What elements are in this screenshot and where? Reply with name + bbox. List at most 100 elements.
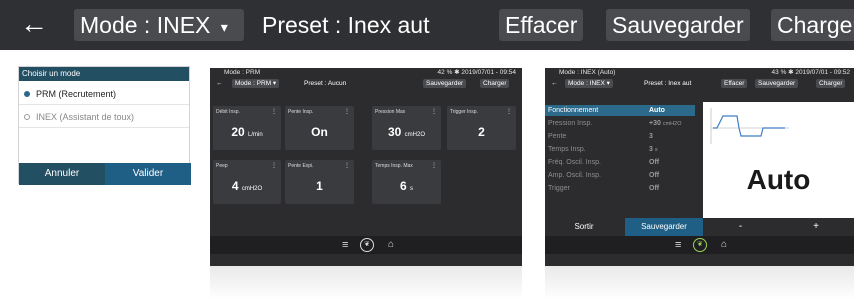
nav-bar: ← Mode : INEX ▾ Preset : Inex aut Efface… — [545, 78, 854, 89]
sauvegarder-button[interactable]: Sauvegarder — [423, 79, 467, 88]
valider-button[interactable]: Valider — [105, 163, 191, 185]
param-value: Auto — [649, 107, 665, 114]
action-bar: Sortir Sauvegarder - + — [545, 218, 854, 236]
device-screen-prm: Mode : PRM 42 % ✱ 2019/07/01 - 09:54 ← M… — [210, 68, 522, 266]
effacer-button[interactable]: Effacer — [721, 79, 748, 88]
status-bar: Mode : INEX (Auto) 43 % ✱ 2019/07/01 - 0… — [545, 68, 854, 78]
mode-dialog: Choisir un mode PRM (Recrutement) INEX (… — [18, 66, 191, 185]
radio-empty-icon — [24, 114, 30, 120]
back-arrow-icon[interactable]: ← — [551, 78, 558, 89]
param-label: Pression Insp. — [548, 120, 593, 127]
param-row[interactable]: Amp. Oscil. Insp. Off — [545, 170, 695, 181]
param-row[interactable]: Fréq. Oscil. Insp. Off — [545, 157, 695, 168]
save-button[interactable]: Sauvegarder — [625, 218, 703, 236]
preset-label: Preset : Aucun — [304, 80, 347, 87]
param-value: +30 cmH2O — [649, 120, 682, 127]
param-value: Off — [649, 159, 660, 166]
charger-button[interactable]: Charger — [771, 9, 854, 41]
param-card[interactable]: Pente Insp. ⋮ On — [285, 106, 354, 150]
screen-reflection — [210, 266, 522, 300]
lungs-icon[interactable]: ❦ — [693, 238, 707, 252]
mode-selector[interactable]: Mode : INEX ▾ — [74, 9, 244, 41]
card-title: Pente Insp. — [288, 109, 314, 115]
radio-selected-icon — [24, 91, 30, 97]
param-card[interactable]: Peep ⋮ 4 cmH2O — [213, 160, 281, 204]
waveform-chart — [710, 108, 789, 144]
param-label: Pente — [548, 133, 567, 140]
battery-icon: 43 % ✱ 2019/07/01 - 09:52 — [772, 68, 850, 78]
param-card[interactable]: Pression Max ⋮ 30 cmH2O — [372, 106, 441, 150]
more-icon: ⋮ — [431, 163, 437, 169]
annuler-button[interactable]: Annuler — [19, 163, 105, 185]
card-value: 2 — [478, 125, 485, 139]
back-arrow-icon[interactable]: ← — [20, 8, 48, 40]
mode-chip-label: Mode : PRM — [235, 80, 272, 87]
param-card[interactable]: Pente Expi. ⋮ 1 — [285, 160, 354, 204]
param-label: Amp. Oscil. Insp. — [548, 172, 601, 179]
card-title: Peep — [216, 163, 228, 169]
param-card[interactable]: Temps Insp. Max ⋮ 6 s — [372, 160, 441, 204]
effacer-button[interactable]: Effacer — [499, 9, 584, 41]
param-value: Off — [649, 172, 660, 179]
card-title: Pente Expi. — [288, 163, 314, 169]
param-row-selected[interactable]: Fonctionnement Auto — [545, 105, 695, 116]
param-label: Temps Insp. — [548, 146, 586, 153]
card-title: Trigger Insp. — [450, 109, 478, 115]
param-row[interactable]: Pression Insp. +30 cmH2O — [545, 118, 695, 129]
param-label: Fonctionnement — [548, 107, 599, 114]
menu-icon[interactable]: ≡ — [342, 236, 348, 254]
param-card[interactable]: Trigger Insp. ⋮ 2 — [447, 106, 516, 150]
charger-button[interactable]: Charger — [480, 79, 510, 88]
card-title: Pression Max — [375, 109, 406, 115]
sauvegarder-button[interactable]: Sauvegarder — [606, 9, 750, 41]
mode-option-inex[interactable]: INEX (Assistant de toux) — [19, 106, 189, 128]
more-icon: ⋮ — [344, 163, 350, 169]
sauvegarder-button[interactable]: Sauvegarder — [755, 79, 799, 88]
param-row[interactable]: Trigger Off — [545, 183, 695, 194]
mode-label: Mode : INEX — [80, 12, 211, 38]
card-value: 30 cmH2O — [387, 125, 426, 139]
card-value: 6 s — [399, 179, 414, 193]
card-title: Débit Insp. — [216, 109, 240, 115]
card-value: On — [311, 125, 328, 139]
param-value: Off — [649, 185, 660, 192]
more-icon: ⋮ — [271, 109, 277, 115]
param-card[interactable]: Débit Insp. ⋮ 20 L/min — [213, 106, 281, 150]
card-value: 4 cmH2O — [231, 179, 263, 193]
big-value: Auto — [746, 164, 811, 195]
lungs-icon[interactable]: ❦ — [360, 238, 374, 252]
option-label: INEX (Assistant de toux) — [36, 112, 135, 122]
mode-option-prm[interactable]: PRM (Recrutement) — [19, 83, 189, 105]
param-row[interactable]: Pente 3 — [545, 131, 695, 142]
charger-button[interactable]: Charger — [816, 79, 846, 88]
mode-chip-label: Mode : INEX — [568, 80, 605, 87]
card-value: 20 L/min — [231, 125, 263, 139]
menu-icon[interactable]: ≡ — [675, 236, 681, 254]
param-label: Trigger — [548, 185, 570, 192]
card-title: Temps Insp. Max — [375, 163, 413, 169]
preset-label: Preset : Inex aut — [644, 80, 692, 87]
decrement-button[interactable]: - — [703, 218, 778, 236]
param-value: 3 s — [649, 146, 658, 153]
bottom-nav: ≡ ❦ ⌂ — [545, 236, 854, 254]
more-icon: ⋮ — [344, 109, 350, 115]
param-row[interactable]: Temps Insp. 3 s — [545, 144, 695, 155]
sortir-button[interactable]: Sortir — [545, 218, 623, 236]
mode-status-text: Mode : INEX (Auto) — [559, 69, 616, 76]
home-icon[interactable]: ⌂ — [388, 236, 394, 254]
dialog-title: Choisir un mode — [19, 67, 189, 81]
top-toolbar: ← Mode : INEX ▾ Preset : Inex aut Efface… — [0, 0, 854, 50]
home-icon[interactable]: ⌂ — [721, 236, 727, 254]
card-value: 1 — [316, 179, 323, 193]
mode-chip[interactable]: Mode : PRM ▾ — [232, 79, 280, 88]
back-arrow-icon[interactable]: ← — [216, 78, 223, 89]
value-panel: Auto — [703, 102, 854, 235]
more-icon: ⋮ — [506, 109, 512, 115]
status-text: 42 % ✱ 2019/07/01 - 09:54 — [437, 69, 516, 76]
param-value: 3 — [649, 133, 653, 140]
chevron-down-icon: ▾ — [220, 18, 228, 35]
mode-chip[interactable]: Mode : INEX ▾ — [565, 79, 613, 88]
option-label: PRM (Recrutement) — [36, 89, 117, 99]
screen-reflection — [545, 266, 854, 300]
increment-button[interactable]: + — [778, 218, 854, 236]
